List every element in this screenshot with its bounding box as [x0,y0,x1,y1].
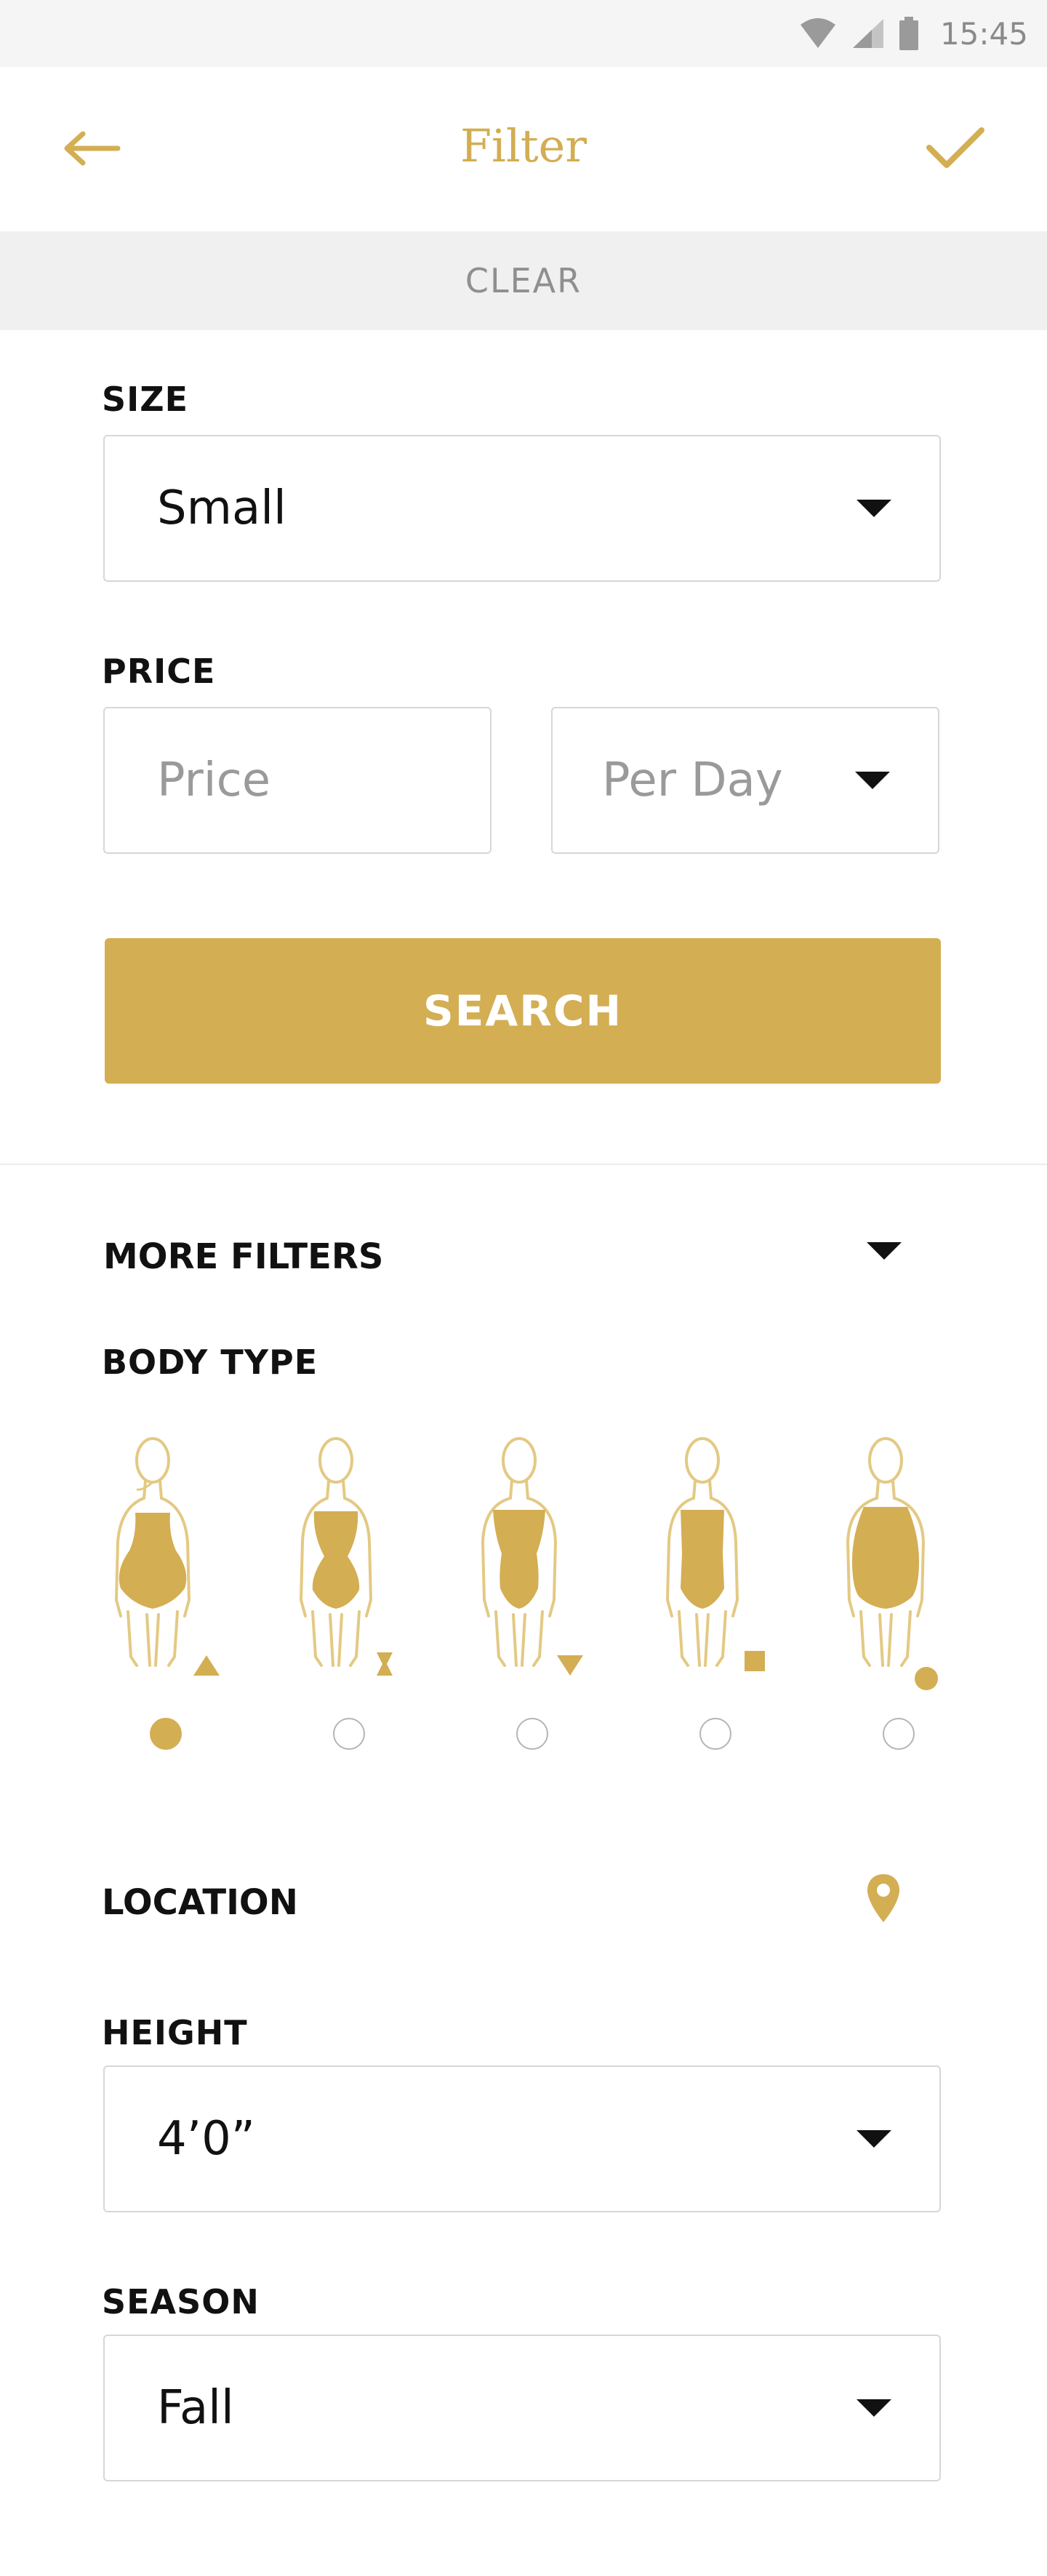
clear-label: CLEAR [465,261,582,300]
body-type-option-triangle[interactable] [80,1425,254,1767]
season-value: Fall [157,2381,234,2435]
body-type-option-hourglass[interactable] [263,1425,438,1767]
more-filters-toggle[interactable]: MORE FILTERS [102,1229,902,1287]
caret-down-icon [857,2130,891,2148]
body-type-label: BODY TYPE [102,1343,318,1382]
body-figure-hourglass-icon [299,1437,393,1676]
price-period-value: Per Day [602,753,783,807]
divider [0,1164,1047,1165]
body-figure-triangle-icon [114,1437,220,1676]
page-title: Filter [460,119,587,172]
body-type-radio[interactable] [333,1718,365,1750]
status-time: 15:45 [939,15,1028,52]
body-type-option-round[interactable] [813,1425,987,1767]
caret-down-icon [867,1242,902,1260]
body-type-options [0,1425,1047,1767]
height-label: HEIGHT [102,2013,248,2052]
search-label: SEARCH [422,986,623,1036]
season-label: SEASON [102,2282,260,2321]
height-select[interactable]: 4’0” [103,2065,941,2212]
season-select[interactable]: Fall [103,2335,941,2481]
cell-signal-icon [852,19,883,48]
status-icons: 15:45 [799,10,1028,57]
size-value: Small [157,481,286,535]
location-pin-icon [867,1874,899,1922]
body-figure-inverted-triangle-icon [481,1437,583,1676]
body-type-radio[interactable] [883,1718,915,1750]
price-label: PRICE [102,652,216,691]
battery-icon [899,17,918,50]
location-label: LOCATION [102,1882,298,1923]
apply-button[interactable] [920,115,990,180]
caret-down-icon [855,772,890,789]
location-pin-button[interactable] [851,1862,916,1935]
body-type-radio[interactable] [699,1718,731,1750]
location-row: LOCATION [102,1862,916,1949]
checkmark-icon [926,127,984,168]
price-input[interactable]: Price [103,707,492,854]
app-bar: Filter [0,67,1047,231]
price-period-select[interactable]: Per Day [551,707,939,854]
height-value: 4’0” [157,2112,255,2166]
clear-button[interactable]: CLEAR [0,231,1047,330]
body-type-option-rectangle[interactable] [630,1425,804,1767]
price-placeholder: Price [157,753,271,807]
caret-down-icon [857,2399,891,2417]
body-type-radio[interactable] [150,1718,182,1750]
body-type-radio[interactable] [516,1718,548,1750]
body-figure-round-icon [846,1437,938,1690]
status-bar: 15:45 [0,0,1047,67]
size-label: SIZE [102,380,189,419]
size-select[interactable]: Small [103,435,941,582]
body-type-option-inverted-triangle[interactable] [446,1425,621,1767]
body-figure-rectangle-icon [665,1437,765,1671]
search-button[interactable]: SEARCH [105,938,941,1084]
wifi-icon [800,18,835,48]
more-filters-label: MORE FILTERS [103,1236,384,1277]
caret-down-icon [857,500,891,517]
